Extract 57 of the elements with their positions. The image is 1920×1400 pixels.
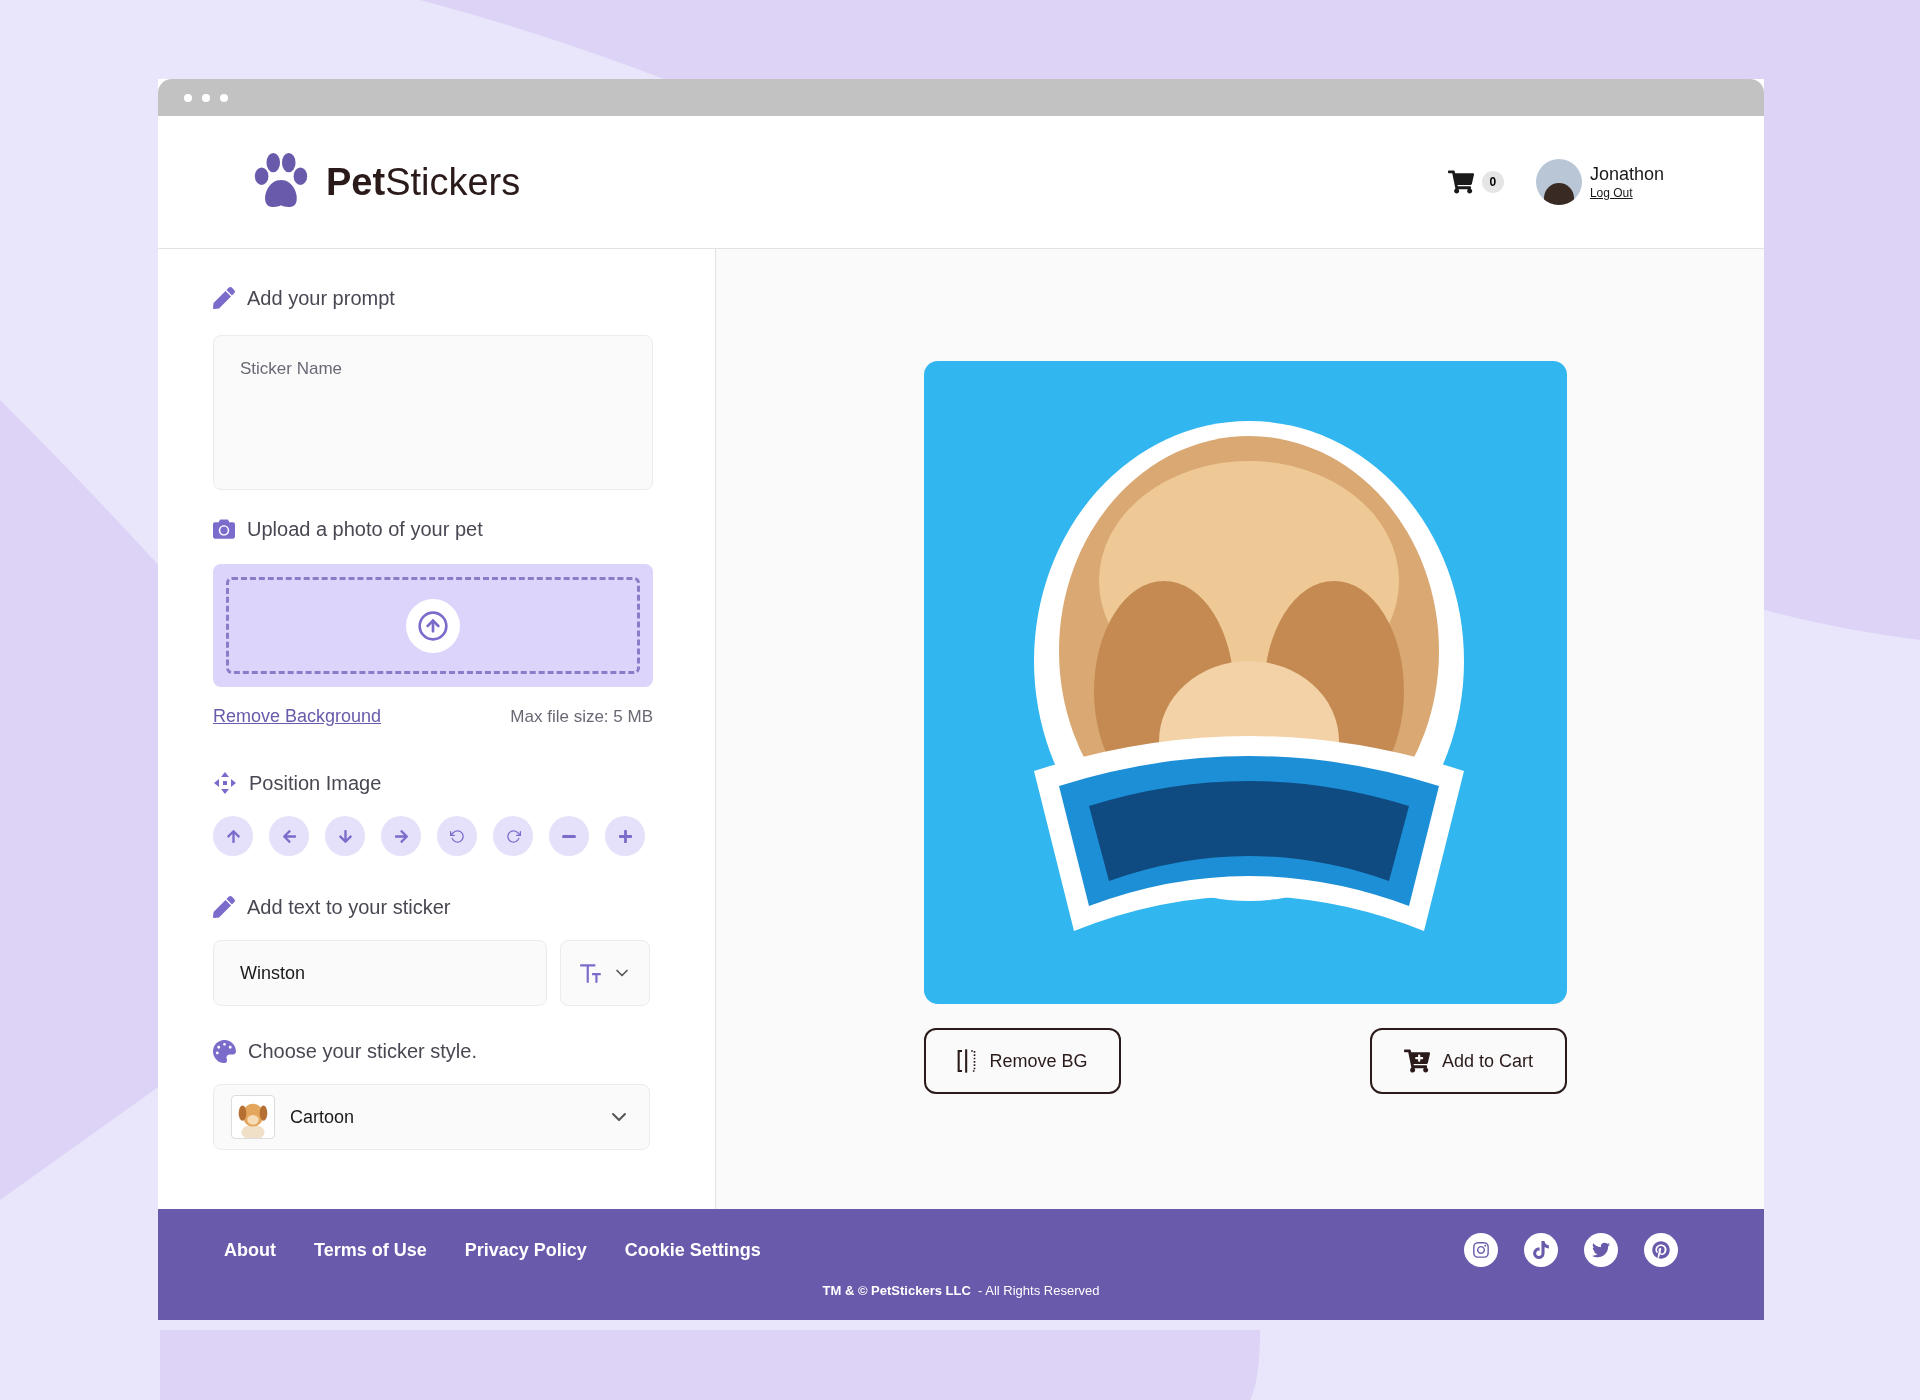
upload-icon bbox=[417, 609, 449, 642]
remove-background-link[interactable]: Remove Background bbox=[213, 703, 382, 730]
arrow-right-icon bbox=[393, 828, 409, 844]
sticker-text-field[interactable]: Winston bbox=[213, 940, 547, 1006]
style-dropdown[interactable]: Cartoon bbox=[213, 1084, 650, 1150]
position-button[interactable] bbox=[493, 816, 533, 856]
position-button[interactable] bbox=[269, 816, 309, 856]
position-button[interactable] bbox=[325, 816, 365, 856]
minus-icon bbox=[562, 834, 576, 838]
social-button[interactable] bbox=[1524, 1233, 1558, 1267]
arrow-left-icon bbox=[281, 828, 297, 844]
footer-link[interactable]: Terms of Use bbox=[314, 1236, 427, 1264]
max-file-size: Max file size: 5 MB bbox=[510, 705, 653, 728]
rotate-right-icon bbox=[505, 828, 521, 844]
arrow-up-icon bbox=[225, 828, 241, 844]
brand-name: PetStickers bbox=[326, 159, 521, 205]
camera-icon bbox=[213, 518, 235, 540]
avatar bbox=[1535, 159, 1582, 205]
position-button[interactable] bbox=[549, 816, 589, 856]
position-button[interactable] bbox=[605, 816, 645, 856]
copyright-text: TM & © PetStickers LLC - All Rights Reserved bbox=[822, 1282, 1100, 1300]
font-size-dropdown[interactable] bbox=[560, 940, 650, 1006]
section-heading: Choose your sticker style. bbox=[248, 1039, 477, 1064]
user-name: Jonathon bbox=[1589, 163, 1664, 186]
pin-letter-icon bbox=[1652, 1241, 1670, 1259]
split-frame-icon bbox=[957, 1049, 978, 1073]
position-button[interactable] bbox=[213, 816, 253, 856]
section-heading: Upload a photo of your pet bbox=[247, 517, 483, 542]
palette-icon bbox=[213, 1039, 236, 1063]
section-heading: Position Image bbox=[249, 771, 382, 796]
arrow-down-icon bbox=[337, 828, 353, 844]
sticker-name-field[interactable]: Sticker Name bbox=[213, 335, 653, 490]
logout-link[interactable]: Log Out bbox=[1589, 185, 1664, 201]
upload-dropzone[interactable] bbox=[213, 564, 653, 687]
cart-plus-icon bbox=[1403, 1049, 1430, 1073]
pen-icon bbox=[213, 287, 235, 309]
position-button[interactable] bbox=[437, 816, 477, 856]
pen-icon bbox=[213, 896, 235, 918]
cart-icon[interactable] bbox=[1447, 170, 1474, 194]
social-button[interactable] bbox=[1464, 1233, 1498, 1267]
footer-link[interactable]: About bbox=[224, 1236, 276, 1264]
add-to-cart-button[interactable]: Add to Cart bbox=[1370, 1028, 1567, 1094]
position-button[interactable] bbox=[381, 816, 421, 856]
rotate-left-icon bbox=[449, 828, 465, 844]
remove-bg-button[interactable]: Remove BG bbox=[924, 1028, 1121, 1094]
bird-icon bbox=[1592, 1241, 1610, 1259]
plus-icon bbox=[617, 828, 633, 844]
social-button[interactable] bbox=[1644, 1233, 1678, 1267]
section-heading: Add your prompt bbox=[247, 286, 395, 311]
music-note-icon bbox=[1532, 1241, 1550, 1259]
move-arrows-icon bbox=[213, 771, 237, 795]
section-heading: Add text to your sticker bbox=[247, 895, 451, 920]
footer-link[interactable]: Cookie Settings bbox=[624, 1236, 761, 1264]
cart-count: 0 bbox=[1481, 171, 1504, 193]
footer-link[interactable]: Privacy Policy bbox=[464, 1236, 587, 1264]
social-button[interactable] bbox=[1584, 1233, 1618, 1267]
camera-outline-icon bbox=[1472, 1241, 1490, 1259]
